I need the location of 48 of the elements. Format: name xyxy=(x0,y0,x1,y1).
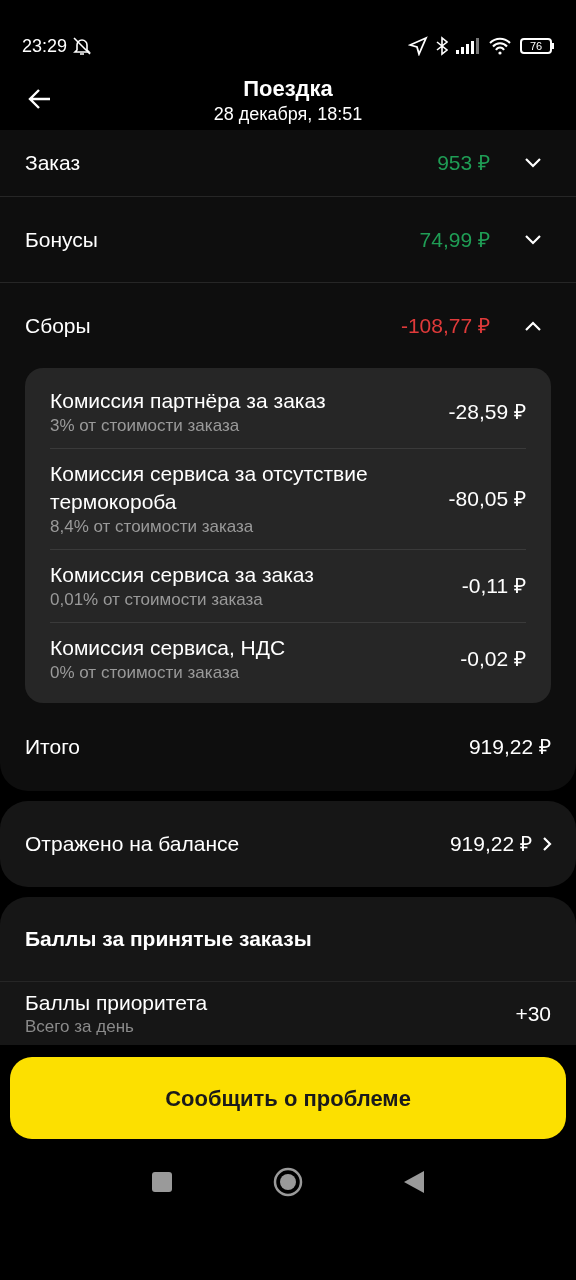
recents-icon[interactable] xyxy=(151,1171,173,1193)
fee-title: Комиссия сервиса за отсутствие термокороба xyxy=(50,461,369,515)
signal-icon xyxy=(456,38,480,54)
points-note: Всего за день xyxy=(25,1016,135,1038)
total-amount: 919,22 ₽ xyxy=(468,734,551,761)
section-amount: 953 ₽ xyxy=(437,150,490,177)
chevron-down-icon xyxy=(524,157,542,169)
chevron-down-icon xyxy=(524,233,542,246)
section-label: Бонусы xyxy=(25,226,98,253)
fee-amount: -0,02 ₽ xyxy=(460,646,526,673)
fee-amount: -80,05 ₽ xyxy=(448,486,526,513)
section-row[interactable]: Бонусы 74,99 ₽ xyxy=(0,196,576,282)
section-amount: 74,99 ₽ xyxy=(419,226,490,253)
bluetooth-icon xyxy=(436,36,448,56)
fee-note: 0% от стоимости заказа xyxy=(50,662,241,684)
balance-row[interactable]: Отражено на балансе 919,22 ₽ xyxy=(0,801,576,887)
fee-amount: -28,59 ₽ xyxy=(448,399,526,426)
section-label: Заказ xyxy=(25,150,81,177)
page-subtitle: 28 декабря, 18:51 xyxy=(213,102,363,125)
fee-note: 3% от стоимости заказа xyxy=(50,415,241,437)
chevron-right-icon xyxy=(542,836,552,852)
points-title: Баллы за принятые заказы xyxy=(25,926,312,953)
section-label: Сборы xyxy=(25,312,91,339)
back-arrow-icon xyxy=(28,88,52,110)
points-label: Баллы приоритета xyxy=(25,990,208,1016)
fee-title: Комиссия сервиса за заказ xyxy=(50,562,314,588)
points-value: +30 xyxy=(515,1001,551,1028)
back-icon[interactable] xyxy=(403,1170,425,1194)
section-amount: -108,77 ₽ xyxy=(400,312,490,339)
balance-amount: 919,22 ₽ xyxy=(449,831,532,858)
battery-level: 76 xyxy=(529,40,543,52)
chevron-up-icon xyxy=(524,319,542,332)
home-icon[interactable] xyxy=(273,1167,303,1197)
total-label: Итого xyxy=(25,734,81,761)
balance-label: Отражено на балансе xyxy=(25,831,240,858)
wifi-icon xyxy=(488,37,512,55)
clock: 23:29 xyxy=(22,34,68,58)
fee-title: Комиссия партнёра за заказ xyxy=(50,388,326,414)
location-icon xyxy=(408,36,428,56)
page-title: Поездка xyxy=(243,75,333,103)
fee-amount: -0,11 ₽ xyxy=(461,573,526,600)
fee-note: 8,4% от стоимости заказа xyxy=(50,516,255,538)
section-row[interactable]: Заказ 953 ₽ xyxy=(0,130,576,196)
muted-bell-icon xyxy=(71,35,94,57)
report-problem-button[interactable]: Сообщить о проблеме xyxy=(10,1057,566,1139)
back-button[interactable] xyxy=(28,88,52,110)
fee-title: Комиссия сервиса, НДС xyxy=(50,635,286,661)
fee-note: 0,01% от стоимости заказа xyxy=(50,589,264,611)
